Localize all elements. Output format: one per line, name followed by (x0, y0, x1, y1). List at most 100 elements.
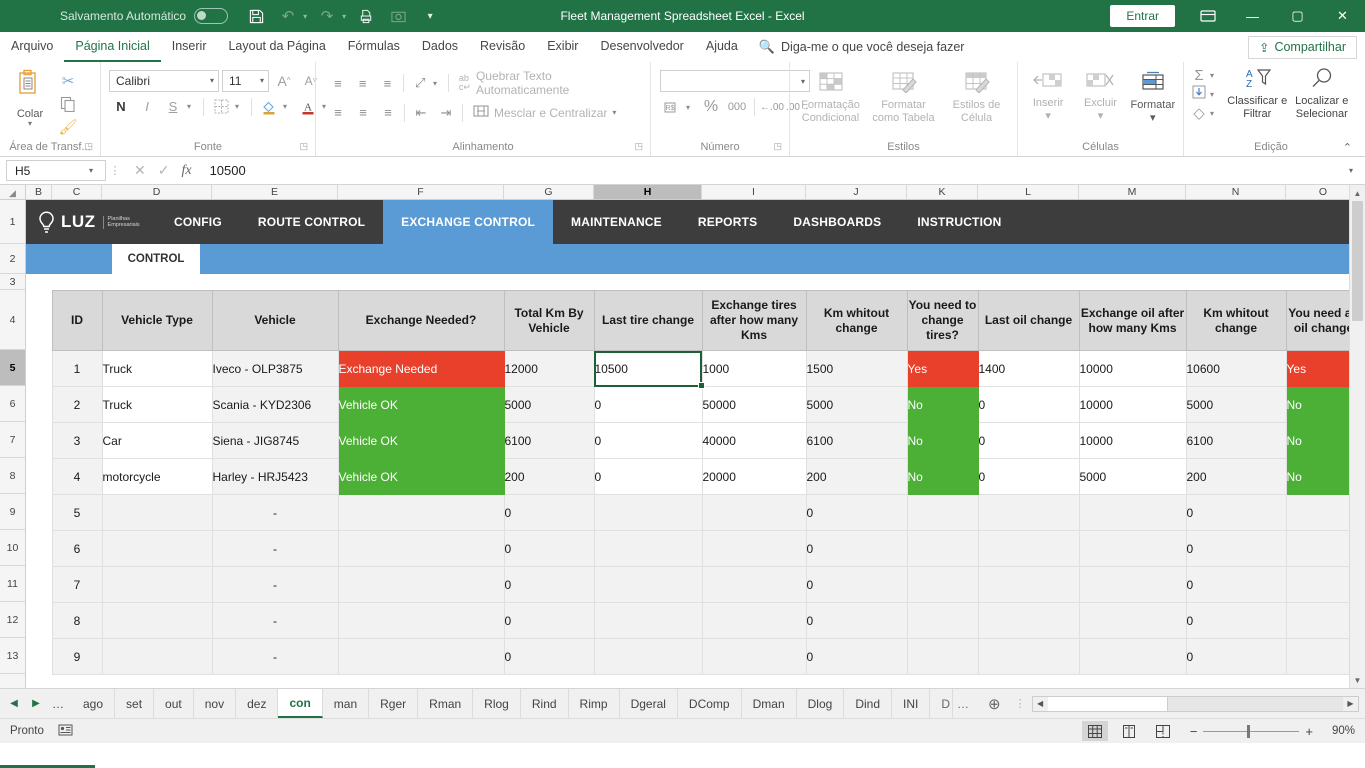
cell-last-oil-change[interactable]: 0 (977, 422, 1080, 459)
cell-vehicle-type[interactable]: Car (101, 422, 213, 459)
number-dialog-launcher-icon[interactable]: ◳ (773, 138, 782, 155)
cell-need-tires[interactable] (906, 530, 979, 567)
cell-exchange-oil-after[interactable] (1078, 494, 1187, 531)
cell-last-oil-change[interactable] (977, 530, 1080, 567)
row-header-9[interactable]: 9 (0, 494, 25, 530)
cell-vehicle[interactable]: Harley - HRJ5423 (211, 458, 339, 495)
fill-button[interactable]: ▾ (1188, 85, 1221, 103)
align-left-icon[interactable]: ≡ (326, 101, 350, 124)
normal-view-icon[interactable] (1081, 721, 1108, 741)
cell-exchange-oil-after[interactable]: 10000 (1078, 350, 1187, 387)
cell-last-tire-change[interactable] (593, 494, 703, 531)
cell-km-without-change-oil[interactable]: 0 (1185, 530, 1287, 567)
scroll-left-icon[interactable]: ◀ (1032, 696, 1048, 711)
sheet-tab-dlog[interactable]: Dlog (796, 689, 845, 718)
row-header-10[interactable]: 10 (0, 530, 25, 566)
undo-icon[interactable]: ↶ (274, 4, 302, 28)
expand-formula-bar-icon[interactable]: ▾ (1343, 166, 1359, 175)
increase-indent-icon[interactable]: ⇥ (434, 101, 458, 124)
orientation-icon[interactable]: ⤢ (408, 72, 432, 95)
cell-last-tire-change[interactable]: 0 (593, 458, 703, 495)
cell-exchange-needed[interactable] (337, 566, 505, 603)
cell-need-tires[interactable] (906, 566, 979, 603)
delete-cells-button[interactable]: Excluir ▾ (1074, 69, 1126, 122)
sheet-overflow-left[interactable]: … (48, 697, 68, 711)
sheet-tab-ago[interactable]: ago (72, 689, 116, 718)
paste-button[interactable]: Colar ▾ (4, 67, 56, 128)
fill-color-caret-icon[interactable]: ▾ (283, 102, 294, 111)
cell-km-without-change-oil[interactable]: 200 (1185, 458, 1287, 495)
column-header-F[interactable]: F (338, 185, 504, 199)
vertical-scroll-th11umb[interactable] (1352, 201, 1363, 321)
ribbon-display-options-icon[interactable] (1185, 0, 1230, 32)
underline-button[interactable]: S (161, 95, 185, 118)
page-layout-view-icon[interactable] (1116, 721, 1142, 741)
scroll-right-icon[interactable]: ▶ (1343, 696, 1358, 711)
format-cells-button[interactable]: Formatar ▾ (1127, 69, 1179, 124)
cell-last-oil-change[interactable]: 1400 (977, 350, 1080, 387)
row-header-2[interactable]: 2 (0, 244, 25, 274)
cell-exchange-tires-after[interactable] (701, 566, 807, 603)
column-header-J[interactable]: J (806, 185, 907, 199)
cell-id[interactable]: 2 (51, 386, 103, 423)
cut-icon[interactable]: ✂ (56, 70, 80, 91)
cell-last-tire-change[interactable] (593, 566, 703, 603)
decrease-indent-icon[interactable]: ⇤ (409, 101, 433, 124)
sheet-tab-rind[interactable]: Rind (520, 689, 569, 718)
autosave-control[interactable]: Salvamento Automático (60, 8, 229, 24)
delete-caret-icon[interactable]: ▾ (1098, 109, 1104, 122)
cell-need-tires[interactable]: No (906, 422, 979, 459)
cell-km-without-change-tires[interactable]: 0 (805, 602, 908, 639)
wrap-text-button[interactable]: ab c↵ Quebrar Texto Automaticamente (453, 69, 646, 97)
cell-id[interactable]: 8 (51, 602, 103, 639)
column-km-without-change-oil[interactable]: Km whitout change (1185, 290, 1287, 351)
comma-style-icon[interactable]: 000 (725, 96, 749, 118)
subtab-control[interactable]: CONTROL (112, 244, 200, 274)
ribbon-tab-strip[interactable]: Arquivo Página Inicial Inserir Layout da… (0, 32, 1365, 62)
add-sheet-icon[interactable]: ⊕ (980, 689, 1009, 718)
tell-me-search[interactable]: 🔍 Diga-me o que você deseja fazer (749, 32, 965, 62)
cell-vehicle-type[interactable] (101, 494, 213, 531)
sheet-tab-rlog[interactable]: Rlog (473, 689, 521, 718)
cell-vehicle-type[interactable] (101, 602, 213, 639)
column-header-K[interactable]: K (907, 185, 978, 199)
cell-id[interactable]: 1 (51, 350, 103, 387)
ribbon-tab-exibir[interactable]: Exibir (536, 32, 589, 62)
font-name-combo[interactable]: Calibri ▾ (109, 69, 219, 92)
cell-need-tires[interactable] (906, 602, 979, 639)
cell-vehicle[interactable]: Iveco - OLP3875 (211, 350, 339, 387)
sheet-tab-dcomp[interactable]: DComp (677, 689, 742, 718)
cell-id[interactable]: 3 (51, 422, 103, 459)
chevron-down-icon[interactable]: ▾ (81, 166, 101, 175)
sheet-tab-rman[interactable]: Rman (418, 689, 474, 718)
horizontal-scroll-track[interactable]: ◀ ▶ (1031, 695, 1359, 712)
column-need-change-tires[interactable]: You need to change tires? (906, 290, 979, 351)
cell-exchange-needed[interactable] (337, 530, 505, 567)
merge-caret-icon[interactable]: ▾ (612, 108, 623, 117)
row-header-4[interactable]: 4 (0, 290, 25, 350)
cell-id[interactable]: 4 (51, 458, 103, 495)
cell-id[interactable]: 6 (51, 530, 103, 567)
alignment-dialog-launcher-icon[interactable]: ◳ (634, 138, 643, 155)
insert-cells-button[interactable]: Inserir ▾ (1022, 69, 1074, 122)
cell-need-tires[interactable]: Yes (906, 350, 979, 387)
sheet-tab-out[interactable]: out (154, 689, 194, 718)
redo-caret-icon[interactable]: ▾ (342, 12, 346, 21)
sheet-tab-dez[interactable]: dez (236, 689, 279, 718)
cell-exchange-needed[interactable]: Exchange Needed (337, 350, 505, 387)
zoom-in-button[interactable]: + (1305, 724, 1313, 739)
cell-total-km[interactable]: 12000 (503, 350, 595, 387)
cell-exchange-needed[interactable]: Vehicle OK (337, 458, 505, 495)
nav-item-exchange-control[interactable]: EXCHANGE CONTROL (383, 200, 554, 244)
cell-exchange-tires-after[interactable]: 40000 (701, 422, 807, 459)
cell-exchange-tires-after[interactable] (701, 494, 807, 531)
cell-km-without-change-oil[interactable]: 5000 (1185, 386, 1287, 423)
cell-last-tire-change[interactable]: 10500 (593, 350, 705, 390)
formula-input[interactable] (201, 160, 1343, 181)
autosum-button[interactable]: Σ ▾ (1188, 67, 1221, 84)
cell-exchange-oil-after[interactable] (1078, 602, 1187, 639)
cell-exchange-tires-after[interactable]: 20000 (701, 458, 807, 495)
camera-icon[interactable] (384, 4, 412, 28)
accounting-caret-icon[interactable]: ▾ (686, 103, 697, 112)
italic-button[interactable]: I (135, 95, 159, 118)
